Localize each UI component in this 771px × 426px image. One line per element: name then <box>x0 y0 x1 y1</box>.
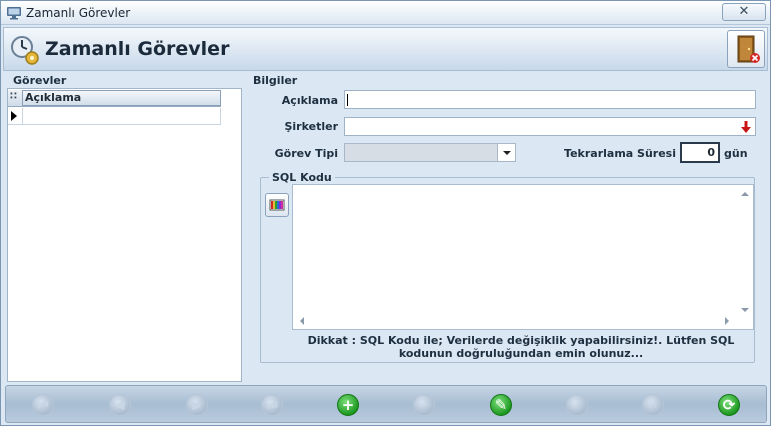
close-button[interactable]: ✕ <box>722 3 766 21</box>
text-caret <box>347 94 348 106</box>
info-section-label: Bilgiler <box>253 74 298 87</box>
plus-icon: + <box>341 396 355 414</box>
scroll-up-icon[interactable] <box>741 192 749 196</box>
sql-code-legend: SQL Kodu <box>269 171 335 184</box>
tekrarlama-label: Tekrarlama Süresi <box>564 147 676 160</box>
close-icon: ✕ <box>738 4 750 19</box>
edit-icon: ✎ <box>494 396 508 414</box>
color-bars-icon <box>269 199 285 211</box>
navigation-toolbar: ⏮ ◀ ▶ ⏭ + − ✎ ✓ ✕ ⟳ <box>5 385 767 423</box>
scroll-down-icon[interactable] <box>741 308 749 312</box>
tekrarlama-unit: gün <box>724 147 748 160</box>
aciklama-input[interactable] <box>344 90 756 109</box>
form-header: Zamanlı Görevler <box>3 27 768 71</box>
tasks-grid[interactable]: ∷ Açıklama <box>7 88 242 382</box>
sql-editor-button[interactable] <box>265 193 289 217</box>
table-row[interactable] <box>8 108 221 125</box>
gorev-tipi-select[interactable] <box>344 143 516 162</box>
check-icon: ✓ <box>571 398 583 412</box>
first-record-button[interactable]: ⏮ <box>32 394 54 416</box>
add-button[interactable]: + <box>337 394 359 416</box>
scheduled-task-clock-icon <box>11 36 39 65</box>
grid-header: ∷ Açıklama <box>8 90 221 107</box>
grid-selector-icon: ∷ <box>10 91 17 102</box>
sql-code-group: SQL Kodu Dikkat : SQL Kodu ile; Verilerd… <box>260 171 755 363</box>
chevron-down-icon[interactable] <box>497 144 515 161</box>
column-header-aciklama[interactable]: Açıklama <box>22 90 221 106</box>
app-window: Zamanlı Görevler ✕ Zamanlı Görevler Göre… <box>0 0 771 426</box>
aciklama-label: Açıklama <box>281 94 338 107</box>
dropdown-red-arrow-icon[interactable] <box>741 121 751 134</box>
sirketler-input[interactable] <box>344 117 756 136</box>
table-cell[interactable] <box>22 108 221 125</box>
prev-icon: ◀ <box>115 398 125 412</box>
edit-button[interactable]: ✎ <box>490 394 512 416</box>
last-record-button[interactable]: ⏭ <box>261 394 283 416</box>
first-icon: ⏮ <box>37 398 49 412</box>
cancel-icon: ✕ <box>647 398 659 412</box>
minus-icon: − <box>418 398 430 412</box>
app-monitor-icon <box>7 7 21 20</box>
current-row-indicator-icon <box>11 111 17 121</box>
page-title: Zamanlı Görevler <box>45 38 230 60</box>
gorev-tipi-label: Görev Tipi <box>274 147 338 160</box>
scroll-right-icon[interactable] <box>725 317 729 325</box>
sirketler-label: Şirketler <box>284 120 338 133</box>
prev-record-button[interactable]: ◀ <box>109 394 131 416</box>
refresh-icon: ⟳ <box>722 396 736 414</box>
refresh-button[interactable]: ⟳ <box>718 394 740 416</box>
next-icon: ▶ <box>192 398 202 412</box>
last-icon: ⏭ <box>266 398 278 412</box>
save-button[interactable]: ✓ <box>566 394 588 416</box>
scroll-left-icon[interactable] <box>300 317 304 325</box>
window-title: Zamanlı Görevler <box>26 6 131 20</box>
sql-code-editor[interactable] <box>292 184 754 330</box>
exit-door-icon <box>737 35 760 63</box>
sql-warning-text: Dikkat : SQL Kodu ile; Verilerde değişik… <box>307 334 735 360</box>
tasks-section-label: Görevler <box>13 74 67 87</box>
cancel-button[interactable]: ✕ <box>642 394 664 416</box>
info-panel: Açıklama Şirketler Görev Tipi Tekrarlama… <box>248 87 766 383</box>
next-record-button[interactable]: ▶ <box>186 394 208 416</box>
delete-button[interactable]: − <box>413 394 435 416</box>
exit-button[interactable] <box>727 30 765 68</box>
title-bar: Zamanlı Görevler ✕ <box>1 1 770 25</box>
tekrarlama-input[interactable]: 0 <box>680 142 720 163</box>
